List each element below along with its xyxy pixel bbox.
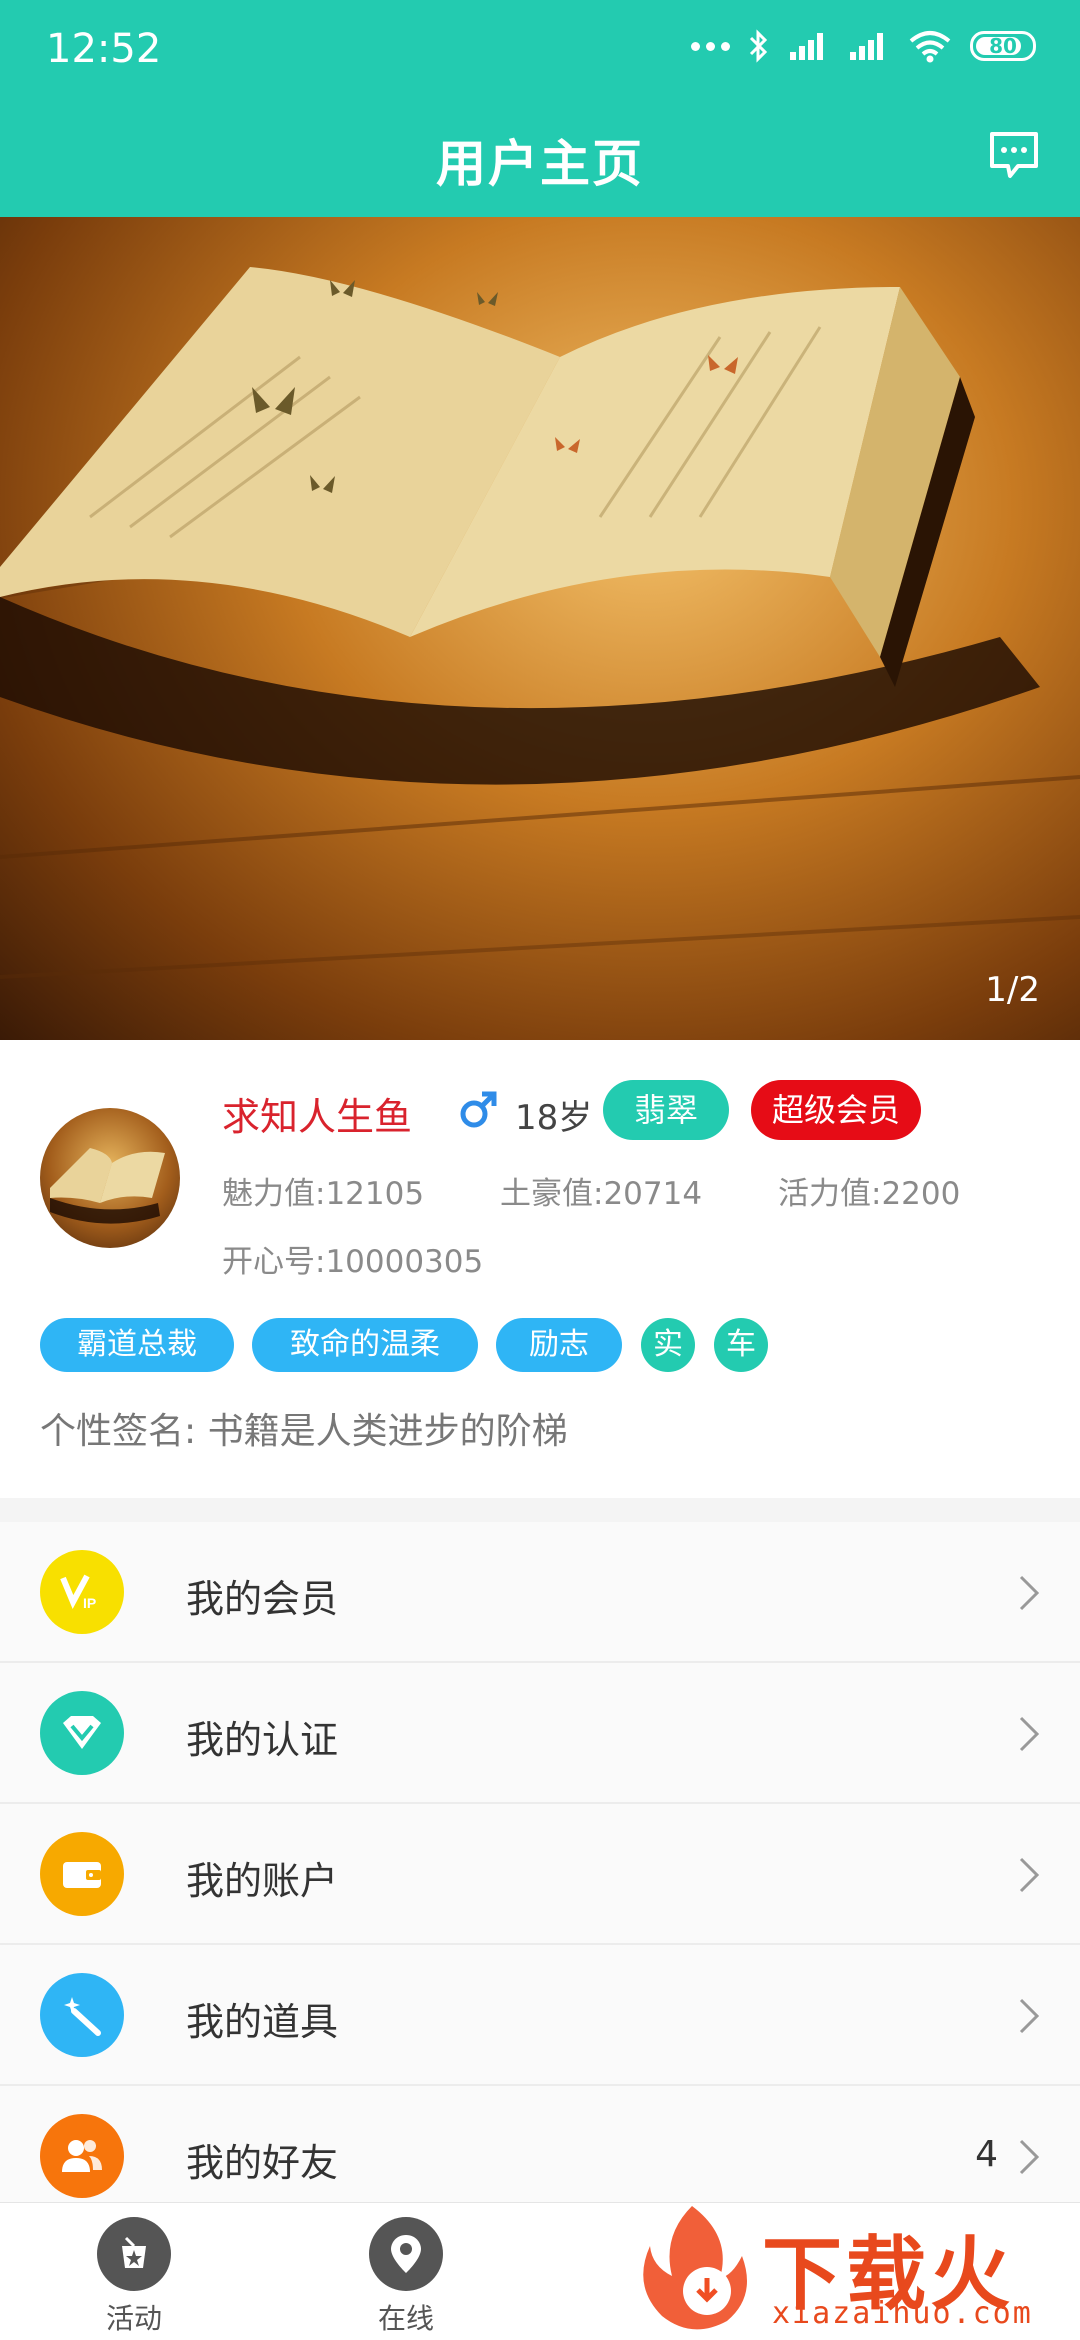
- avatar[interactable]: [40, 1108, 180, 1248]
- nav-label: 活动: [105, 2302, 162, 2335]
- friends-count: 4: [975, 2134, 998, 2175]
- level-badge: 翡翠: [603, 1080, 729, 1140]
- username: 求知人生鱼: [222, 1095, 413, 1139]
- wifi-icon: [909, 31, 951, 63]
- profile-banner-image[interactable]: 1/2: [0, 217, 1080, 1040]
- banner-pager: 1/2: [985, 970, 1040, 1010]
- age: 18岁: [515, 1098, 593, 1138]
- watermark: 下载火 xiazaihuo.com: [632, 2196, 1080, 2340]
- signature: 个性签名: 书籍是人类进步的阶梯: [40, 1411, 568, 1452]
- menu-list: IP 我的会员 我的认证 我的账户 我的道具 我的好友 4: [0, 1522, 1080, 2227]
- location-pin-icon: [369, 2217, 443, 2291]
- nav-label: 在线: [377, 2302, 434, 2335]
- nav-item-activity[interactable]: 活动: [64, 2217, 204, 2337]
- page-title: 用户主页: [436, 135, 644, 193]
- chevron-right-icon: [1019, 1998, 1040, 2034]
- tag: 霸道总裁: [40, 1318, 234, 1372]
- menu-item-vip[interactable]: IP 我的会员: [0, 1522, 1080, 1663]
- diamond-icon: [40, 1691, 124, 1775]
- more-notifications-icon: [691, 41, 730, 51]
- menu-item-account[interactable]: 我的账户: [0, 1804, 1080, 1945]
- flame-logo-icon: [643, 2206, 747, 2330]
- verified-tag: 实: [641, 1318, 695, 1372]
- top-bar: 12:52 80 用户主页: [0, 0, 1080, 217]
- signal-icon-2: [850, 33, 883, 60]
- vitality-value: 活力值:2200: [778, 1176, 961, 1212]
- chevron-right-icon: [1019, 1716, 1040, 1752]
- chevron-right-icon: [1019, 2139, 1040, 2175]
- wealth-value: 土豪值:20714: [500, 1176, 703, 1212]
- bluetooth-icon: [749, 29, 768, 63]
- chevron-right-icon: [1019, 1857, 1040, 1893]
- magic-wand-icon: [40, 1973, 124, 2057]
- watermark-domain: xiazaihuo.com: [772, 2296, 1033, 2331]
- activity-icon: [97, 2217, 171, 2291]
- male-icon: [460, 1091, 497, 1128]
- status-time: 12:52: [46, 26, 162, 72]
- menu-item-props[interactable]: 我的道具: [0, 1945, 1080, 2086]
- svg-text:IP: IP: [83, 1595, 96, 1611]
- menu-label: 我的好友: [186, 2141, 339, 2185]
- battery-icon: 80: [970, 31, 1036, 61]
- tag: 励志: [496, 1318, 622, 1372]
- friends-icon: [40, 2114, 124, 2198]
- kx-id: 开心号:10000305: [222, 1244, 484, 1280]
- menu-label: 我的账户: [186, 1859, 339, 1903]
- book-illustration: [0, 267, 1080, 979]
- car-tag: 车: [714, 1318, 768, 1372]
- message-icon[interactable]: [988, 128, 1040, 180]
- vip-badge: 超级会员: [751, 1080, 921, 1140]
- nav-item-online[interactable]: 在线: [336, 2217, 476, 2337]
- menu-label: 我的会员: [186, 1577, 339, 1621]
- battery-level: 80: [989, 34, 1017, 58]
- vip-icon: IP: [40, 1550, 124, 1634]
- charm-value: 魅力值:12105: [222, 1176, 425, 1212]
- status-icons: 80: [691, 28, 1036, 64]
- menu-label: 我的道具: [186, 2000, 339, 2044]
- menu-item-verification[interactable]: 我的认证: [0, 1663, 1080, 1804]
- profile-card: 求知人生鱼 18岁 翡翠 超级会员 魅力值:12105 土豪值:20714 活力…: [0, 1040, 1080, 1498]
- menu-label: 我的认证: [186, 1718, 339, 1762]
- avatar-book-image: [50, 1148, 165, 1224]
- chevron-right-icon: [1019, 1575, 1040, 1611]
- wallet-icon: [40, 1832, 124, 1916]
- signal-icon: [790, 33, 823, 60]
- tag: 致命的温柔: [252, 1318, 478, 1372]
